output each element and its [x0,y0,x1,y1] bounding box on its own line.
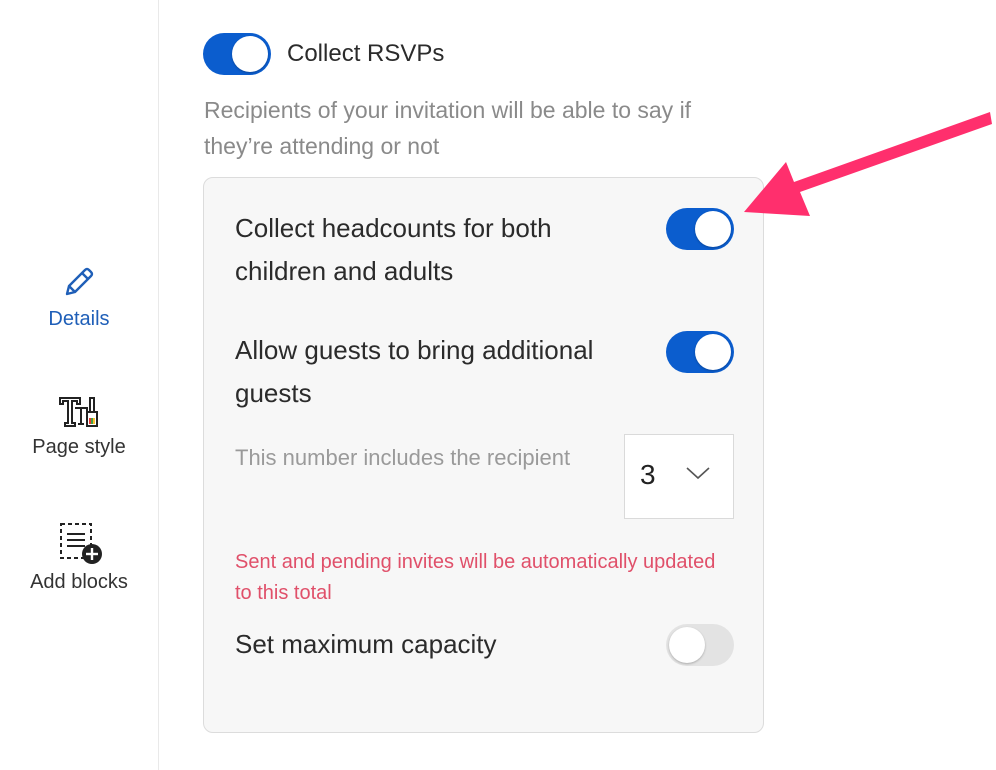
text-style-icon [59,397,98,427]
rsvp-description: Recipients of your invitation will be ab… [204,97,692,159]
rsvp-options-panel: Collect headcounts for both children and… [203,177,764,733]
sidebar-item-label: Add blocks [30,571,128,593]
additional-guests-toggle[interactable] [666,331,734,373]
sidebar: Details Page style Add blocks [0,0,159,770]
toggle-knob [232,36,268,72]
sidebar-item-page-style[interactable]: Page style [0,394,158,459]
sidebar-item-label: Page style [32,436,126,458]
sidebar-item-add-blocks[interactable]: Add blocks [0,521,158,594]
toggle-knob [695,211,731,247]
additional-guests-label: Allow guests to bring additional guests [235,335,594,408]
pencil-icon [65,267,94,296]
toggle-knob [669,627,705,663]
add-blocks-icon [60,523,102,564]
rsvp-settings: Collect RSVPs Recipients of your invitat… [159,0,996,770]
collect-rsvps-toggle[interactable] [203,33,271,75]
guest-count-warning: Sent and pending invites will be automat… [235,551,716,604]
sidebar-item-details[interactable]: Details [0,262,158,331]
headcounts-toggle[interactable] [666,208,734,250]
guest-count-hint: This number includes the recipient [235,445,571,470]
headcounts-label: Collect headcounts for both children and… [235,213,552,286]
guest-count-select[interactable]: 3 [624,434,734,519]
sidebar-item-label: Details [48,308,110,330]
toggle-knob [695,334,731,370]
guest-count-value: 3 [640,459,656,490]
chevron-down-icon [686,467,710,480]
collect-rsvps-label: Collect RSVPs [287,40,445,67]
max-capacity-label: Set maximum capacity [235,629,497,659]
max-capacity-toggle[interactable] [666,624,734,666]
